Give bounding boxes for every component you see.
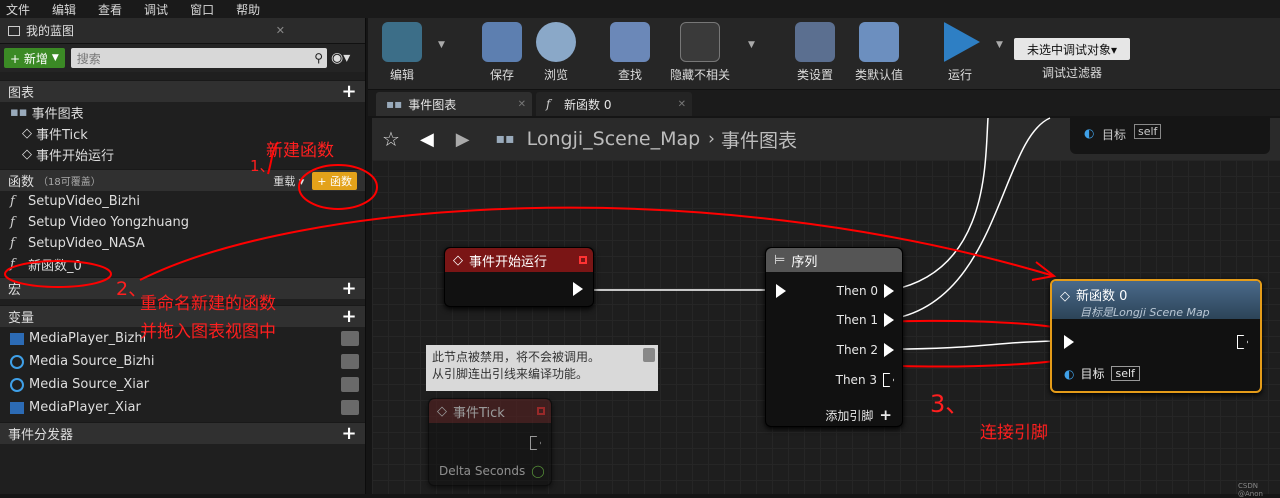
float-pin-icon: ◯ <box>531 464 545 478</box>
self-value[interactable]: self <box>1110 366 1140 381</box>
exec-wire <box>891 340 1067 350</box>
then-0-pin[interactable]: Then 0 <box>837 284 894 298</box>
node-subtitle: 目标是Longji Scene Map <box>1080 306 1210 319</box>
exec-output-pin[interactable] <box>530 436 541 450</box>
target-pin[interactable]: ◐ 目标 self <box>1064 365 1140 382</box>
exec-input-pin[interactable] <box>1064 335 1074 349</box>
node-header: ◇ 新函数 0 目标是Longji Scene Map <box>1052 281 1260 319</box>
annotation-step-2: 2、 <box>116 278 148 300</box>
pin-label: 目标 <box>1080 367 1105 381</box>
add-pin-button[interactable]: 添加引脚 + <box>825 406 892 424</box>
pin-label: Then 1 <box>836 313 878 327</box>
wire-layer <box>4 117 1102 368</box>
new-function-node[interactable]: ◇ 新函数 0 目标是Longji Scene Map ◐ 目标 self <box>1050 279 1262 393</box>
pin-label: Then 3 <box>835 373 877 387</box>
exec-wire <box>891 117 1051 320</box>
delegate-pin-icon[interactable] <box>537 407 545 415</box>
then-3-pin[interactable]: Then 3 <box>836 373 894 387</box>
plus-icon: + <box>879 406 892 424</box>
sequence-icon: ⊨ <box>774 252 786 268</box>
object-pin-icon: ◐ <box>1064 366 1075 381</box>
delta-seconds-pin[interactable]: Delta Seconds ◯ <box>439 464 545 478</box>
pin-icon[interactable] <box>643 348 655 362</box>
pin-label: 添加引脚 <box>825 408 874 423</box>
pin-label: Then 0 <box>836 284 878 298</box>
event-icon: ◇ <box>437 403 447 419</box>
function-icon: ◇ <box>1060 289 1070 304</box>
begin-play-node[interactable]: ◇ 事件开始运行 <box>444 247 594 307</box>
disabled-node-tooltip: 此节点被禁用，将不会被调用。 从引脚连出引线来编译功能。 <box>426 345 658 391</box>
pin-label: Then 2 <box>836 343 878 357</box>
node-title: 事件Tick <box>453 405 505 421</box>
annotation-circle <box>298 164 378 210</box>
exec-input-pin[interactable] <box>776 284 786 298</box>
node-title: 序列 <box>791 254 818 270</box>
node-title: 新函数 0 <box>1076 289 1128 304</box>
annotation-step-3: 3、 <box>930 390 970 418</box>
node-header: ⊨ 序列 <box>766 248 902 272</box>
annotation-rename-drag: 重命名新建的函数 并拖入图表视图中 <box>140 294 276 342</box>
then-2-pin[interactable]: Then 2 <box>837 343 894 357</box>
then-1-pin[interactable]: Then 1 <box>837 313 894 327</box>
annotation-circle <box>4 260 112 288</box>
event-tick-node[interactable]: ◇ 事件Tick Delta Seconds ◯ <box>428 398 552 486</box>
exec-output-pin[interactable] <box>573 282 583 296</box>
exec-output-pin[interactable] <box>1237 335 1248 349</box>
exec-wire <box>891 117 989 291</box>
watermark: CSDN @Anon <box>1238 482 1263 498</box>
annotation-arrow <box>139 206 1055 281</box>
annotation-step-1: 1、 <box>250 157 275 175</box>
annotation-new-function: 新建函数 <box>266 141 334 161</box>
node-title: 事件开始运行 <box>469 254 548 270</box>
pin-label: Delta Seconds <box>439 464 526 478</box>
event-icon: ◇ <box>453 252 463 268</box>
node-header: ◇ 事件开始运行 <box>445 248 593 272</box>
node-header: ◇ 事件Tick <box>429 399 551 423</box>
delegate-pin-icon[interactable] <box>579 256 587 264</box>
annotation-connect-pins: 连接引脚 <box>980 423 1048 443</box>
sequence-node[interactable]: ⊨ 序列 Then 0 Then 1 Then 2 Then 3 添加引脚 + <box>765 247 903 427</box>
